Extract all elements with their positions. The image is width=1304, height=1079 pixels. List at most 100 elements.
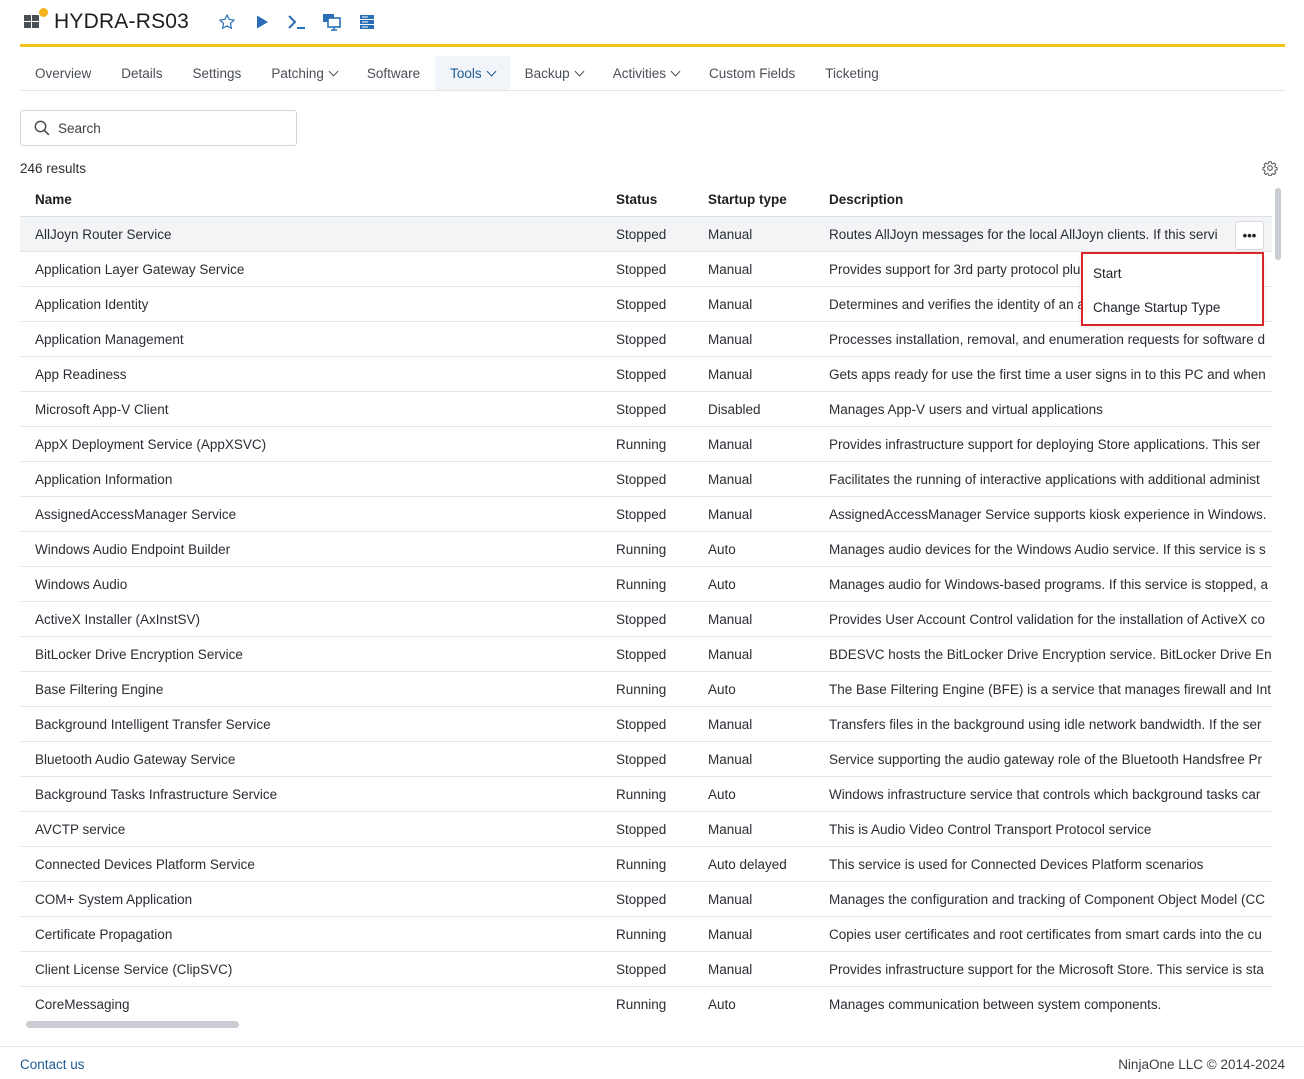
service-description: Provides infrastructure support for the … [829, 961, 1264, 977]
service-startup-type: Manual [708, 926, 753, 942]
table-row[interactable]: Background Intelligent Transfer Service S… [20, 707, 1272, 742]
service-status: Stopped [616, 961, 667, 977]
service-description: This is Audio Video Control Transport Pr… [829, 821, 1152, 837]
table-row[interactable]: Connected Devices Platform Service Runnin… [20, 847, 1272, 882]
service-name: AllJoyn Router Service [35, 226, 172, 242]
service-startup-type: Auto [708, 541, 736, 557]
table-row[interactable]: Client License Service (ClipSVC) Stopped M… [20, 952, 1272, 987]
tab-label: Custom Fields [708, 65, 796, 81]
device-header: HYDRA-RS03 [20, 0, 1285, 47]
tab-patching[interactable]: Patching [256, 56, 352, 90]
service-name: Background Tasks Infrastructure Service [35, 786, 278, 802]
service-name: COM+ System Application [35, 891, 193, 907]
table-row[interactable]: Certificate Propagation Running Manual Copi… [20, 917, 1272, 952]
tab-tools[interactable]: Tools [435, 56, 510, 90]
tab-custom-fields[interactable]: Custom Fields [694, 56, 810, 90]
service-status: Stopped [616, 751, 667, 767]
vertical-scrollbar[interactable] [1275, 188, 1281, 260]
service-startup-type: Manual [708, 471, 753, 487]
service-description: Manages App-V users and virtual applicat… [829, 401, 1103, 417]
service-name: Connected Devices Platform Service [35, 856, 255, 872]
service-name: Client License Service (ClipSVC) [35, 961, 233, 977]
column-header-startup-type[interactable]: Startup type [708, 192, 829, 207]
tab-ticketing[interactable]: Ticketing [810, 56, 894, 90]
table-row[interactable]: Windows Audio Running Auto Manages audio fo… [20, 567, 1272, 602]
service-name: Application Management [35, 331, 184, 347]
contact-us-link[interactable]: Contact us [20, 1057, 85, 1072]
play-run-icon[interactable] [251, 11, 273, 33]
service-startup-type: Manual [708, 296, 753, 312]
service-status: Stopped [616, 891, 667, 907]
table-row[interactable]: ActiveX Installer (AxInstSV) Stopped Manua… [20, 602, 1272, 637]
service-status: Running [616, 786, 667, 802]
remote-desktop-icon[interactable] [321, 11, 343, 33]
table-row[interactable]: COM+ System Application Stopped Manual Mana… [20, 882, 1272, 917]
tab-details[interactable]: Details [106, 56, 177, 90]
service-status: Stopped [616, 331, 667, 347]
service-startup-type: Auto [708, 786, 736, 802]
service-description: Transfers files in the background using … [829, 716, 1262, 732]
chevron-down-icon [670, 66, 681, 76]
server-stack-icon[interactable] [356, 11, 378, 33]
service-name: Windows Audio Endpoint Builder [35, 541, 231, 557]
table-row[interactable]: Windows Audio Endpoint Builder Running Aut… [20, 532, 1272, 567]
service-startup-type: Manual [708, 891, 753, 907]
service-startup-type: Manual [708, 646, 753, 662]
search-input[interactable] [58, 120, 278, 136]
service-description: Routes AllJoyn messages for the local Al… [829, 226, 1218, 242]
service-startup-type: Manual [708, 331, 753, 347]
table-row[interactable]: BitLocker Drive Encryption Service Stoppe… [20, 637, 1272, 672]
column-header-description[interactable]: Description [829, 192, 1272, 207]
service-status: Stopped [616, 506, 667, 522]
table-row[interactable]: AssignedAccessManager Service Stopped Manu… [20, 497, 1272, 532]
service-status: Stopped [616, 611, 667, 627]
menu-item-change-startup-type[interactable]: Change Startup Type [1083, 290, 1262, 324]
menu-item-start[interactable]: Start [1083, 256, 1262, 290]
table-header: Name Status Startup type Description [20, 183, 1272, 217]
column-header-status[interactable]: Status [616, 192, 708, 207]
table-row[interactable]: AllJoyn Router Service Stopped Manual Route… [20, 217, 1272, 252]
table-row[interactable]: Base Filtering Engine Running Auto The Base… [20, 672, 1272, 707]
favorite-star-icon[interactable] [216, 11, 238, 33]
service-name: Base Filtering Engine [35, 681, 164, 697]
search-box[interactable] [20, 110, 297, 146]
gear-icon[interactable] [1262, 160, 1278, 177]
tab-software[interactable]: Software [352, 56, 435, 90]
row-more-actions-button[interactable]: ••• [1235, 221, 1264, 250]
tab-backup[interactable]: Backup [510, 56, 598, 90]
table-row[interactable]: CoreMessaging Running Auto Manages communic… [20, 987, 1272, 1021]
service-startup-type: Auto [708, 681, 736, 697]
table-row[interactable]: AVCTP service Stopped Manual This is Audio … [20, 812, 1272, 847]
terminal-icon[interactable] [286, 11, 308, 33]
table-row[interactable]: Microsoft App-V Client Stopped Disabled Man… [20, 392, 1272, 427]
service-name: Background Intelligent Transfer Service [35, 716, 271, 732]
column-header-name[interactable]: Name [20, 192, 616, 207]
service-status: Stopped [616, 261, 667, 277]
service-name: AssignedAccessManager Service [35, 506, 237, 522]
table-row[interactable]: App Readiness Stopped Manual Gets apps read… [20, 357, 1272, 392]
tab-overview[interactable]: Overview [20, 56, 106, 90]
table-row[interactable]: AppX Deployment Service (AppXSVC) Running… [20, 427, 1272, 462]
copyright-text: NinjaOne LLC © 2014-2024 [1118, 1057, 1285, 1072]
service-status: Stopped [616, 226, 667, 242]
horizontal-scrollbar[interactable] [26, 1021, 239, 1028]
windows-icon [24, 7, 49, 33]
service-description: Manages audio devices for the Windows Au… [829, 541, 1266, 557]
chevron-down-icon [486, 66, 497, 76]
table-body: AllJoyn Router Service Stopped Manual Route… [20, 217, 1272, 1021]
tab-label: Ticketing [825, 65, 879, 81]
tab-settings[interactable]: Settings [178, 56, 257, 90]
table-row[interactable]: Bluetooth Audio Gateway Service Stopped Ma… [20, 742, 1272, 777]
service-name: AppX Deployment Service (AppXSVC) [35, 436, 267, 452]
table-row[interactable]: Application Information Stopped Manual Faci… [20, 462, 1272, 497]
table-row[interactable]: Application Management Stopped Manual Proce… [20, 322, 1272, 357]
table-row[interactable]: Background Tasks Infrastructure Service R… [20, 777, 1272, 812]
service-startup-type: Auto delayed [708, 856, 787, 872]
service-description: Gets apps ready for use the first time a… [829, 366, 1266, 382]
service-startup-type: Manual [708, 226, 753, 242]
service-name: AVCTP service [35, 821, 126, 837]
service-startup-type: Manual [708, 506, 753, 522]
tab-activities[interactable]: Activities [598, 56, 694, 90]
service-name: Application Layer Gateway Service [35, 261, 245, 277]
service-name: Bluetooth Audio Gateway Service [35, 751, 236, 767]
